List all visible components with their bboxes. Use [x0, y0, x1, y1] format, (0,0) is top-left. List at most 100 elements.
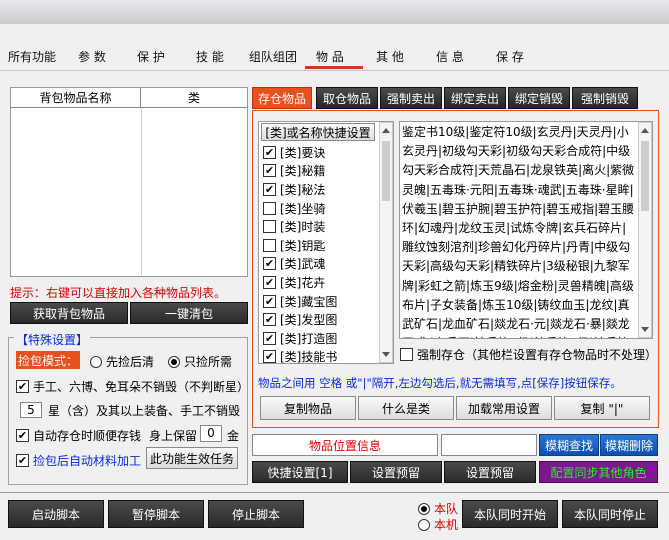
pause-script-button[interactable]: 暂停脚本 — [108, 500, 204, 528]
checkbox-checked-icon[interactable]: ✔ — [263, 145, 276, 159]
stop-script-button[interactable]: 停止脚本 — [208, 500, 304, 528]
item-location-info-button[interactable]: 物品位置信息 — [252, 434, 438, 456]
textarea-scrollbar[interactable] — [638, 122, 652, 338]
scroll-down-icon[interactable] — [641, 327, 649, 332]
category-label: [类]秘法 — [280, 182, 326, 197]
radio-icon[interactable] — [90, 355, 102, 368]
store-items-textarea[interactable]: 鉴定书10级|鉴定符10级|玄灵丹|天灵丹|小玄灵丹|初级勾天彩|初级勾天彩合成… — [399, 121, 653, 339]
column-header-type[interactable]: 类 — [141, 88, 247, 107]
quick-settings-button[interactable]: 快捷设置[1] — [252, 461, 348, 483]
category-item[interactable]: [类]钥匙 — [259, 236, 377, 255]
radio-team-label: 本队 — [434, 502, 459, 516]
tab-force-destroy[interactable]: 强制销毁 — [572, 87, 638, 109]
tab-team[interactable]: 组队组团 — [249, 48, 297, 64]
category-item[interactable]: [类]时装 — [259, 217, 377, 236]
category-item[interactable]: ✔ [类]武魂 — [259, 255, 377, 274]
column-divider — [141, 108, 142, 276]
effect-task-button[interactable]: 此功能生效任务 — [146, 447, 238, 469]
scroll-thumb[interactable] — [641, 141, 649, 211]
radio-machine[interactable]: 本机 — [418, 516, 458, 533]
radio-first-pick[interactable]: 先捡后清 — [90, 353, 154, 370]
option-auto-store-money[interactable]: ✔ 自动存仓时顺便存钱 — [16, 427, 141, 444]
checkbox-checked-icon[interactable]: ✔ — [263, 350, 276, 363]
checkbox-checked-icon[interactable]: ✔ — [263, 275, 276, 289]
checkbox-unchecked-icon[interactable] — [263, 238, 276, 252]
tab-info[interactable]: 信 息 — [436, 48, 464, 64]
category-item[interactable]: [类]坐骑 — [259, 199, 377, 218]
tab-items[interactable]: 物 品 — [316, 48, 344, 64]
bag-item-list[interactable]: 背包物品名称 类 — [10, 87, 248, 277]
option-auto-process[interactable]: ✔ 捡包后自动材料加工 — [16, 452, 141, 469]
tab-other[interactable]: 其 他 — [376, 48, 404, 64]
get-bag-items-button[interactable]: 获取背包物品 — [10, 302, 128, 324]
force-store-option[interactable]: 强制存仓（其他栏设置有存仓物品时不处理） — [400, 346, 657, 363]
special-settings-legend: 【特殊设置】 — [14, 331, 91, 348]
checkbox-checked-icon[interactable]: ✔ — [263, 313, 276, 327]
checkbox-unchecked-icon[interactable] — [263, 201, 276, 215]
tab-all-functions[interactable]: 所有功能 — [8, 48, 56, 64]
clean-bag-button[interactable]: 一键清包 — [130, 302, 248, 324]
category-item[interactable]: ✔ [类]发型图 — [259, 310, 377, 329]
tab-bind-sell[interactable]: 绑定卖出 — [444, 87, 506, 109]
checkbox-unchecked-icon[interactable] — [400, 348, 413, 361]
checkbox-checked-icon[interactable]: ✔ — [263, 257, 276, 271]
copy-items-button[interactable]: 复制物品 — [260, 396, 356, 420]
tab-params[interactable]: 参 数 — [78, 48, 106, 64]
checkbox-checked-icon[interactable]: ✔ — [16, 429, 29, 442]
checkbox-checked-icon[interactable]: ✔ — [16, 454, 29, 467]
store-items-text[interactable]: 鉴定书10级|鉴定符10级|玄灵丹|天灵丹|小玄灵丹|初级勾天彩|初级勾天彩合成… — [402, 123, 636, 338]
category-item[interactable]: ✔ [类]要诀 — [259, 143, 377, 162]
scroll-down-icon[interactable] — [382, 352, 390, 357]
category-item[interactable]: ✔ [类]秘籍 — [259, 162, 377, 181]
radio-icon[interactable] — [418, 518, 430, 531]
tab-skills[interactable]: 技 能 — [196, 48, 224, 64]
reserve-settings-button-1[interactable]: 设置预留 — [350, 461, 442, 483]
checkbox-checked-icon[interactable]: ✔ — [263, 331, 276, 345]
radio-team[interactable]: 本队 — [418, 500, 458, 517]
bottom-divider — [0, 492, 669, 493]
load-common-settings-button[interactable]: 加载常用设置 — [456, 396, 552, 420]
tab-save[interactable]: 保 存 — [496, 48, 524, 64]
sync-other-roles-button[interactable]: 配置同步其他角色 — [539, 461, 658, 483]
scroll-thumb[interactable] — [382, 141, 390, 201]
option-handcraft[interactable]: ✔ 手工、六博、免耳朵不销毁（不判断星） — [16, 378, 249, 395]
category-item[interactable]: ✔ [类]藏宝图 — [259, 292, 377, 311]
column-header-name[interactable]: 背包物品名称 — [11, 88, 141, 107]
checkbox-unchecked-icon[interactable] — [263, 220, 276, 234]
tab-bind-destroy[interactable]: 绑定销毁 — [508, 87, 570, 109]
checkbox-checked-icon[interactable]: ✔ — [263, 294, 276, 308]
fuzzy-delete-button[interactable]: 模糊删除 — [600, 434, 658, 456]
category-item[interactable]: ✔ [类]花卉 — [259, 273, 377, 292]
radio-only-needed[interactable]: 只捡所需 — [168, 353, 232, 370]
checkbox-checked-icon[interactable]: ✔ — [263, 164, 276, 178]
copy-pipe-button[interactable]: 复制 "|" — [554, 396, 650, 420]
team-stop-button[interactable]: 本队同时停止 — [562, 500, 658, 528]
fuzzy-search-input[interactable] — [441, 434, 537, 456]
radio-icon[interactable] — [168, 355, 180, 368]
checkbox-checked-icon[interactable]: ✔ — [263, 182, 276, 196]
tab-force-sell[interactable]: 强制卖出 — [380, 87, 442, 109]
tab-take-items[interactable]: 取仓物品 — [316, 87, 378, 109]
team-start-button[interactable]: 本队同时开始 — [462, 500, 558, 528]
category-scrollbar[interactable] — [379, 122, 393, 363]
star-input[interactable]: 5 — [20, 402, 42, 418]
start-script-button[interactable]: 启动脚本 — [8, 500, 104, 528]
category-item[interactable]: ✔ [类]秘法 — [259, 180, 377, 199]
checkbox-checked-icon[interactable]: ✔ — [16, 380, 29, 393]
scroll-up-icon[interactable] — [641, 128, 649, 133]
radio-icon[interactable] — [418, 502, 430, 515]
radio-only-needed-label: 只捡所需 — [184, 355, 233, 369]
fuzzy-find-button[interactable]: 模糊查找 — [539, 434, 599, 456]
keep-gold-input[interactable]: 0 — [200, 425, 222, 442]
what-is-category-button[interactable]: 什么是类 — [358, 396, 454, 420]
tab-protect[interactable]: 保 护 — [137, 48, 165, 64]
category-label: [类]发型图 — [280, 313, 338, 328]
tab-store-items[interactable]: 存仓物品 — [252, 87, 312, 109]
category-list[interactable]: [类]或名称快捷设置 ✔ [类]要诀 ✔ [类]秘籍 ✔ [类]秘法 [类]坐骑 [类]时装 [… — [258, 121, 394, 364]
category-item[interactable]: ✔ [类]打造图 — [259, 329, 377, 348]
reserve-settings-button-2[interactable]: 设置预留 — [444, 461, 536, 483]
category-quick-set-button[interactable]: [类]或名称快捷设置 — [261, 123, 375, 141]
category-label: [类]时装 — [280, 220, 326, 235]
category-item[interactable]: ✔ [类]技能书 — [259, 348, 377, 363]
scroll-up-icon[interactable] — [382, 128, 390, 133]
